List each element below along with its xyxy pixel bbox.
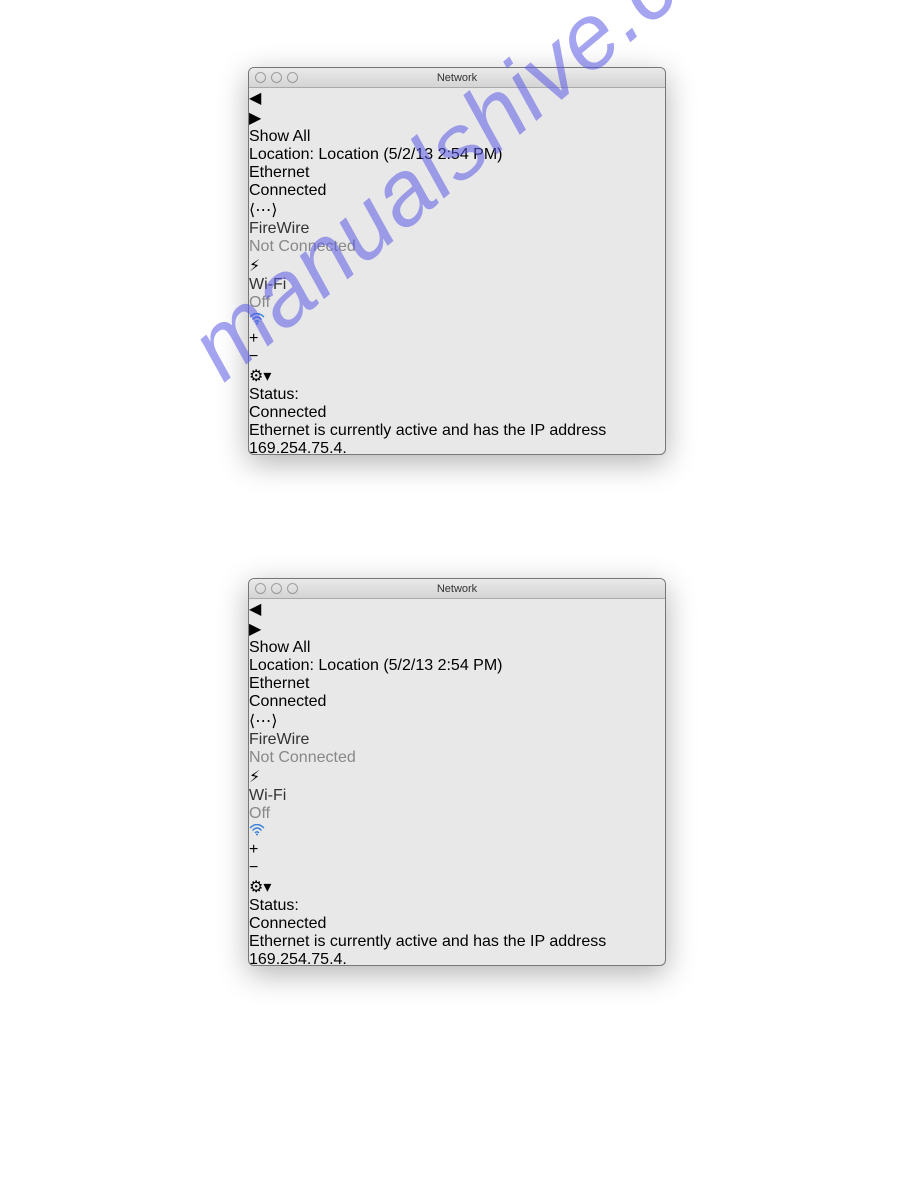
ethernet-icon: ⟨⋯⟩ [249,202,277,219]
status-description: Ethernet is currently active and has the… [249,422,665,455]
location-select[interactable]: Location (5/2/13 2:54 PM) [318,657,502,674]
firewire-icon: ⚡︎ [249,769,260,786]
sidebar-item-ethernet[interactable]: Ethernet Connected ⟨⋯⟩ [249,164,665,220]
sidebar-item-wifi[interactable]: Wi-Fi Off [249,276,665,330]
minimize-icon[interactable] [271,583,282,594]
location-row: Location: Location (5/2/13 2:54 PM) [249,146,665,164]
titlebar: Network [249,579,665,599]
close-icon[interactable] [255,72,266,83]
interface-status: Connected [249,693,665,711]
network-prefs-window-2: Network ◀ ▶ Show All Location: Location … [248,578,666,966]
traffic-lights [255,583,298,594]
network-prefs-window-1: Network ◀ ▶ Show All Location: Location … [248,67,666,455]
wifi-icon [249,312,265,329]
gear-menu-button[interactable]: ⚙▾ [249,877,665,897]
add-interface-button[interactable]: + [249,841,665,859]
window-title: Network [437,72,477,84]
location-label: Location: [249,657,314,674]
interface-status: Off [249,294,665,312]
zoom-icon[interactable] [287,72,298,83]
wifi-icon [249,823,265,840]
location-select[interactable]: Location (5/2/13 2:54 PM) [318,146,502,163]
interface-name: FireWire [249,731,665,749]
back-button[interactable]: ◀ [249,88,665,108]
titlebar: Network [249,68,665,88]
interface-status: Not Connected [249,749,665,767]
zoom-icon[interactable] [287,583,298,594]
interface-name: Wi-Fi [249,276,665,294]
interface-status: Connected [249,182,665,200]
detail-pane: Status: Connected Ethernet is currently … [249,897,665,966]
status-label: Status: [249,897,665,915]
interface-list: Ethernet Connected ⟨⋯⟩ FireWire Not Conn… [249,164,665,330]
add-interface-button[interactable]: + [249,330,665,348]
firewire-icon: ⚡︎ [249,258,260,275]
sidebar-action-bar: + − ⚙▾ [249,330,665,386]
sidebar-item-ethernet[interactable]: Ethernet Connected ⟨⋯⟩ [249,675,665,731]
remove-interface-button[interactable]: − [249,859,665,877]
sidebar: Ethernet Connected ⟨⋯⟩ FireWire Not Conn… [249,164,665,386]
status-label: Status: [249,386,665,404]
forward-button[interactable]: ▶ [249,619,665,639]
show-all-button[interactable]: Show All [249,639,665,657]
interface-status: Not Connected [249,238,665,256]
remove-interface-button[interactable]: − [249,348,665,366]
detail-pane: Status: Connected Ethernet is currently … [249,386,665,455]
sidebar-item-firewire[interactable]: FireWire Not Connected ⚡︎ [249,220,665,276]
window-title: Network [437,583,477,595]
location-row: Location: Location (5/2/13 2:54 PM) [249,657,665,675]
interface-name: Ethernet [249,675,665,693]
toolbar: ◀ ▶ Show All [249,88,665,146]
location-label: Location: [249,146,314,163]
interface-name: Wi-Fi [249,787,665,805]
interface-name: FireWire [249,220,665,238]
interface-status: Off [249,805,665,823]
toolbar: ◀ ▶ Show All [249,599,665,657]
back-button[interactable]: ◀ [249,599,665,619]
sidebar-item-wifi[interactable]: Wi-Fi Off [249,787,665,841]
sidebar: Ethernet Connected ⟨⋯⟩ FireWire Not Conn… [249,675,665,897]
status-value: Connected [249,915,665,933]
ethernet-icon: ⟨⋯⟩ [249,713,277,730]
close-icon[interactable] [255,583,266,594]
traffic-lights [255,72,298,83]
gear-menu-button[interactable]: ⚙▾ [249,366,665,386]
sidebar-action-bar: + − ⚙▾ [249,841,665,897]
status-value: Connected [249,404,665,422]
show-all-button[interactable]: Show All [249,128,665,146]
status-description: Ethernet is currently active and has the… [249,933,665,966]
forward-button[interactable]: ▶ [249,108,665,128]
minimize-icon[interactable] [271,72,282,83]
interface-name: Ethernet [249,164,665,182]
sidebar-item-firewire[interactable]: FireWire Not Connected ⚡︎ [249,731,665,787]
interface-list: Ethernet Connected ⟨⋯⟩ FireWire Not Conn… [249,675,665,841]
